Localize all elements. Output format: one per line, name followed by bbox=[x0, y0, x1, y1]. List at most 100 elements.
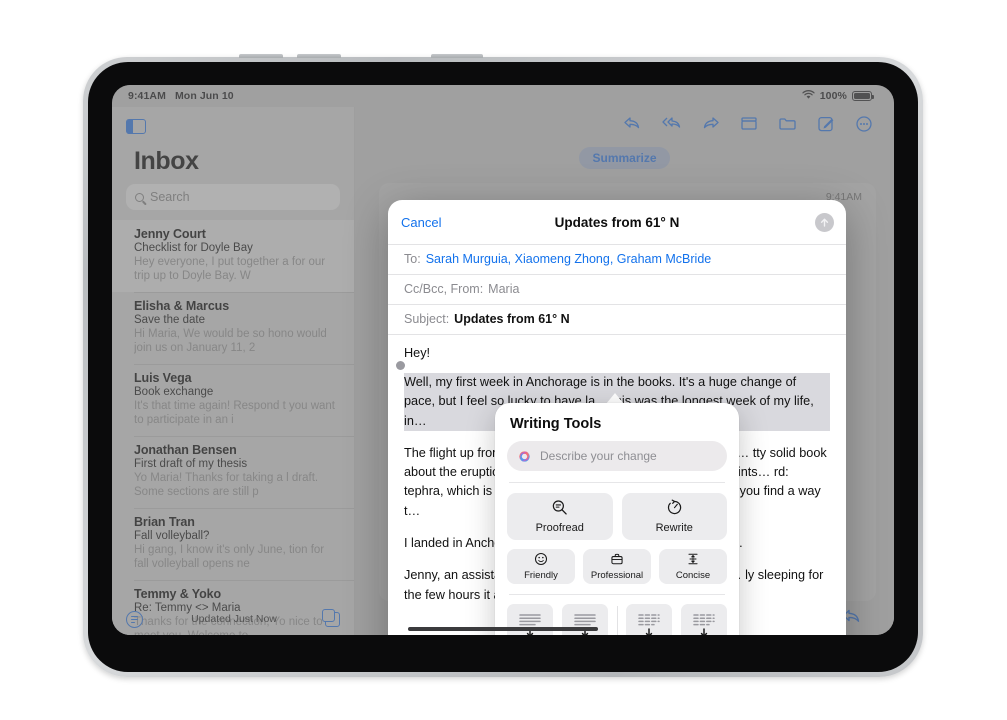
message-snippet: Hey everyone, I put together a for our t… bbox=[134, 256, 326, 283]
search-icon bbox=[135, 192, 144, 202]
send-arrow-up-icon bbox=[820, 218, 829, 227]
tone-actions-row: Friendly Professional Concise bbox=[507, 549, 727, 584]
message-subject: Fall volleyball? bbox=[134, 530, 210, 542]
list-button[interactable]: List bbox=[681, 604, 728, 635]
compose-icon[interactable] bbox=[818, 116, 834, 137]
battery-icon bbox=[852, 91, 874, 101]
message-subject: Save the date bbox=[134, 314, 205, 326]
status-bar: 9:41AM Mon Jun 10 100% bbox=[112, 85, 894, 107]
rewrite-button[interactable]: Rewrite bbox=[621, 493, 727, 540]
list-item[interactable]: Elisha & Marcus Save the date Hi Maria, We… bbox=[112, 292, 354, 364]
status-bar-left: 9:41AM Mon Jun 10 bbox=[128, 90, 234, 102]
to-recipients: Sarah Murguia, Xiaomeng Zhong, Graham Mc… bbox=[425, 252, 712, 266]
compose-icon[interactable] bbox=[321, 608, 340, 627]
briefcase-icon bbox=[610, 552, 624, 569]
writing-tools-title: Writing Tools bbox=[510, 416, 602, 432]
rewrite-circular-arrow-icon bbox=[666, 499, 683, 519]
table-doc-icon bbox=[626, 604, 673, 635]
message-sender: Jenny Court bbox=[134, 227, 206, 241]
summarize-row: Summarize bbox=[355, 147, 894, 169]
list-item[interactable]: Jenny Court Checklist for Doyle Bay Hey ev… bbox=[112, 220, 354, 292]
message-sender: Elisha & Marcus bbox=[134, 299, 230, 313]
divider-2 bbox=[509, 594, 725, 595]
subject-label: Subject: bbox=[404, 312, 450, 326]
wifi-icon bbox=[802, 89, 815, 103]
power-button[interactable] bbox=[431, 54, 483, 58]
message-snippet: It's that time again! Respond t you want… bbox=[134, 400, 336, 427]
subject-field-row[interactable]: Subject: Updates from 61° N bbox=[388, 304, 846, 335]
status-bar-right: 100% bbox=[802, 89, 874, 103]
friendly-button[interactable]: Friendly bbox=[507, 549, 575, 584]
volume-up-button[interactable] bbox=[239, 54, 283, 58]
list-item[interactable]: Brian Tran Fall volleyball? Hi gang, I kno… bbox=[112, 508, 354, 580]
status-date: Mon Jun 10 bbox=[174, 90, 234, 102]
message-snippet: Yo Maria! Thanks for taking a l draft. S… bbox=[134, 472, 319, 499]
describe-change-input[interactable]: Describe your change bbox=[507, 441, 727, 471]
message-subject: Book exchange bbox=[134, 386, 214, 398]
list-toolbar bbox=[112, 107, 354, 145]
message-subject: First draft of my thesis bbox=[134, 458, 248, 470]
rewrite-label: Rewrite bbox=[655, 522, 693, 534]
professional-label: Professional bbox=[590, 570, 644, 581]
archive-icon[interactable] bbox=[741, 117, 757, 135]
proofread-button[interactable]: Proofread bbox=[507, 493, 613, 540]
message-sender: Temmy & Yoko bbox=[134, 587, 222, 601]
list-item[interactable]: Jonathan Bensen First draft of my thesis Y… bbox=[112, 436, 354, 508]
forward-icon[interactable] bbox=[703, 117, 719, 135]
mailbox-list-pane: Inbox Search Jenny Court Checklist for Do… bbox=[112, 107, 355, 635]
subject-value: Updates from 61° N bbox=[454, 312, 570, 326]
list-item[interactable]: Luis Vega Book exchange It's that time aga… bbox=[112, 364, 354, 436]
battery-percent: 100% bbox=[819, 90, 847, 102]
message-snippet: Hi Maria, We would be so hono would join… bbox=[134, 328, 327, 355]
compose-sheet-header: Cancel Updates from 61° N bbox=[388, 200, 846, 244]
smiley-face-icon bbox=[534, 552, 548, 569]
message-snippet: Hi gang, I know it's only June, tion for… bbox=[134, 544, 325, 571]
message-list: Jenny Court Checklist for Doyle Bay Hey ev… bbox=[112, 220, 354, 635]
from-value: Maria bbox=[488, 282, 520, 296]
proofread-magnifier-icon bbox=[551, 499, 568, 519]
sidebar-toggle-icon[interactable] bbox=[126, 118, 146, 134]
move-to-folder-icon[interactable] bbox=[779, 117, 796, 135]
apple-intelligence-icon bbox=[517, 449, 532, 464]
friendly-label: Friendly bbox=[524, 570, 558, 581]
concise-label: Concise bbox=[675, 570, 711, 581]
volume-down-button[interactable] bbox=[297, 54, 341, 58]
table-button[interactable]: Table bbox=[626, 604, 673, 635]
divider bbox=[509, 482, 725, 483]
reading-toolbar bbox=[355, 107, 894, 145]
cancel-button[interactable]: Cancel bbox=[401, 215, 441, 230]
reply-icon[interactable] bbox=[624, 117, 640, 135]
send-button[interactable] bbox=[815, 212, 834, 232]
page-title: Inbox bbox=[134, 147, 199, 175]
writing-tools-popover: Writing Tools Describe your change Proof… bbox=[495, 403, 739, 635]
search-input[interactable]: Search bbox=[126, 184, 340, 210]
to-field-row[interactable]: To: Sarah Murguia, Xiaomeng Zhong, Graha… bbox=[388, 244, 846, 274]
cc-label: Cc/Bcc, From: bbox=[404, 282, 484, 296]
more-options-icon[interactable] bbox=[856, 115, 872, 137]
search-placeholder: Search bbox=[150, 190, 190, 204]
message-sender: Brian Tran bbox=[134, 515, 195, 529]
primary-actions-row: Proofread Rewrite bbox=[507, 493, 727, 540]
update-status-text: Updated Just Now bbox=[191, 613, 277, 625]
message-sender: Jonathan Bensen bbox=[134, 443, 237, 457]
status-time: 9:41AM bbox=[128, 90, 166, 102]
selection-handle[interactable] bbox=[396, 361, 405, 370]
reply-all-icon[interactable] bbox=[662, 117, 681, 135]
professional-button[interactable]: Professional bbox=[583, 549, 651, 584]
list-doc-icon bbox=[681, 604, 728, 635]
concise-button[interactable]: Concise bbox=[659, 549, 727, 584]
message-subject: Checklist for Doyle Bay bbox=[134, 242, 253, 254]
list-bottom-bar: Updated Just Now bbox=[112, 603, 354, 635]
concise-arrows-icon bbox=[686, 552, 700, 569]
ipad-screen: 9:41AM Mon Jun 10 100% Inbox Search Jenn… bbox=[112, 85, 894, 635]
cc-field-row[interactable]: Cc/Bcc, From: Maria bbox=[388, 274, 846, 304]
cards-divider bbox=[616, 606, 618, 635]
summarize-button[interactable]: Summarize bbox=[579, 147, 670, 169]
body-greeting: Hey! bbox=[404, 346, 431, 360]
to-label: To: bbox=[404, 252, 421, 266]
compose-sheet-title: Updates from 61° N bbox=[554, 214, 680, 230]
screenshot-stage: 9:41AM Mon Jun 10 100% Inbox Search Jenn… bbox=[0, 0, 1007, 720]
home-indicator[interactable] bbox=[408, 627, 598, 631]
describe-change-placeholder: Describe your change bbox=[540, 449, 657, 463]
filter-icon[interactable] bbox=[126, 610, 143, 628]
